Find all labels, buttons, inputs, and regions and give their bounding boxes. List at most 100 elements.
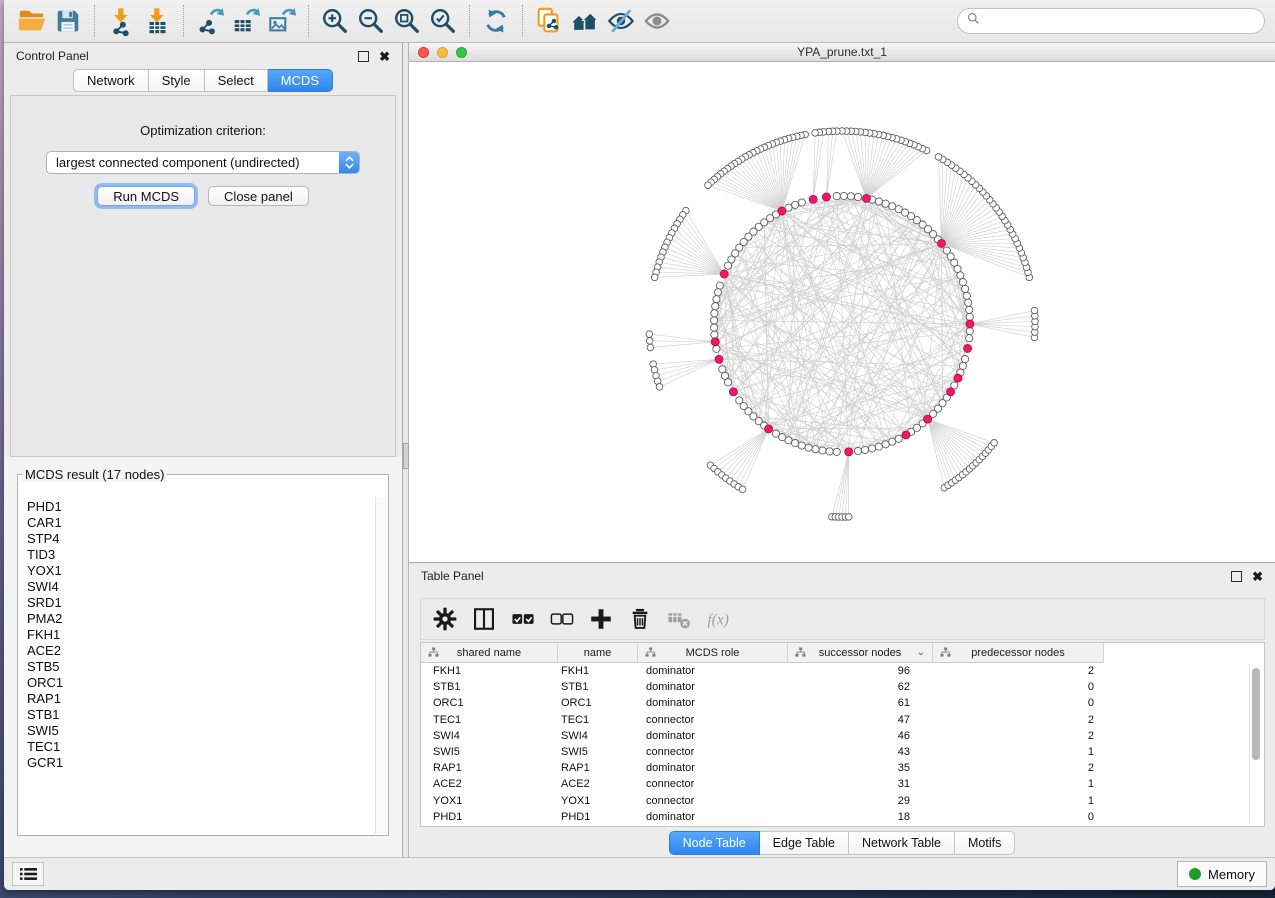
column-header-successor-nodes[interactable]: successor nodes⌄ xyxy=(788,643,933,663)
table-row[interactable]: STB1STB1dominator620 xyxy=(421,679,1264,695)
select-stepper-icon xyxy=(339,152,359,173)
save-session-icon[interactable] xyxy=(50,4,86,38)
cell-successor_nodes: 96 xyxy=(788,665,933,677)
mcds-result-item[interactable]: STP4 xyxy=(27,531,375,547)
table-row[interactable]: ORC1ORC1dominator610 xyxy=(421,695,1264,711)
cell-predecessor_nodes: 2 xyxy=(933,762,1104,774)
table-scrollbar[interactable] xyxy=(1249,664,1262,823)
mcds-result-item[interactable]: STB1 xyxy=(27,707,375,723)
mcds-result-list[interactable]: PHD1CAR1STP4TID3YOX1SWI4SRD1PMA2FKH1ACE2… xyxy=(19,497,375,834)
tab-style[interactable]: Style xyxy=(149,69,205,92)
close-table-panel-icon[interactable]: ✖ xyxy=(1252,572,1263,581)
deselect-all-rows-icon[interactable] xyxy=(548,605,576,633)
table-row[interactable]: YOX1YOX1connector291 xyxy=(421,793,1264,809)
tab-network[interactable]: Network xyxy=(73,69,149,92)
mcds-result-item[interactable]: RAP1 xyxy=(27,691,375,707)
mcds-result-item[interactable]: GCR1 xyxy=(27,755,375,771)
window-close-button[interactable] xyxy=(418,47,429,58)
zoom-in-icon[interactable] xyxy=(317,4,353,38)
mcds-result-item[interactable]: CAR1 xyxy=(27,515,375,531)
column-header-MCDS-role[interactable]: MCDS role xyxy=(638,643,788,663)
float-panel-icon[interactable] xyxy=(358,51,369,62)
cell-predecessor_nodes: 2 xyxy=(933,714,1104,726)
tab-mcds[interactable]: MCDS xyxy=(268,69,333,92)
table-row[interactable]: FKH1FKH1dominator962 xyxy=(421,663,1264,679)
zoom-out-icon[interactable] xyxy=(353,4,389,38)
control-panel: Control Panel ✖ NetworkStyleSelectMCDS O… xyxy=(4,43,403,857)
delete-columns-icon[interactable] xyxy=(626,605,654,633)
cell-successor_nodes: 62 xyxy=(788,681,933,693)
window-minimize-button[interactable] xyxy=(437,47,448,58)
table-row[interactable]: ACE2ACE2connector311 xyxy=(421,776,1264,792)
column-header-predecessor-nodes[interactable]: predecessor nodes xyxy=(933,643,1104,663)
cell-mcds_role: dominator xyxy=(638,697,788,709)
table-row[interactable]: PHD1PHD1dominator180 xyxy=(421,809,1264,825)
close-panel-icon[interactable]: ✖ xyxy=(379,52,390,61)
table-row[interactable]: TEC1TEC1connector472 xyxy=(421,712,1264,728)
mcds-result-item[interactable]: SWI4 xyxy=(27,579,375,595)
network-view-window: YPA_prune.txt_1 xyxy=(409,43,1275,563)
optimization-criterion-select[interactable]: largest connected component (undirected) xyxy=(46,151,360,174)
main-area: Control Panel ✖ NetworkStyleSelectMCDS O… xyxy=(4,43,1275,857)
network-graph[interactable] xyxy=(409,62,1275,562)
show-all-icon[interactable] xyxy=(639,4,675,38)
run-mcds-button[interactable]: Run MCDS xyxy=(97,186,195,206)
window-zoom-button[interactable] xyxy=(456,47,467,58)
search-box[interactable] xyxy=(957,8,1265,34)
tab-node-table[interactable]: Node Table xyxy=(669,831,760,855)
mcds-result-item[interactable]: ORC1 xyxy=(27,675,375,691)
float-table-panel-icon[interactable] xyxy=(1231,571,1242,582)
mcds-result-item[interactable]: STB5 xyxy=(27,659,375,675)
sort-desc-icon: ⌄ xyxy=(917,647,925,658)
main-toolbar xyxy=(4,0,1275,43)
network-canvas[interactable] xyxy=(409,62,1275,562)
mcds-result-item[interactable]: SWI5 xyxy=(27,723,375,739)
cell-successor_nodes: 31 xyxy=(788,778,933,790)
close-panel-button[interactable]: Close panel xyxy=(208,186,309,206)
mcds-result-item[interactable]: TID3 xyxy=(27,547,375,563)
tab-network-table[interactable]: Network Table xyxy=(849,831,955,855)
table-row[interactable]: SWI5SWI5connector431 xyxy=(421,744,1264,760)
import-table-icon[interactable] xyxy=(139,4,175,38)
table-row[interactable]: SWI4SWI4dominator462 xyxy=(421,728,1264,744)
mcds-result-item[interactable]: TEC1 xyxy=(27,739,375,755)
task-history-button[interactable] xyxy=(12,862,44,886)
column-header-name[interactable]: name xyxy=(558,643,638,663)
mcds-result-item[interactable]: ACE2 xyxy=(27,643,375,659)
export-image-icon[interactable] xyxy=(264,4,300,38)
show-columns-icon[interactable] xyxy=(470,605,498,633)
table-settings-icon[interactable] xyxy=(431,605,459,633)
toolbar-separator xyxy=(183,5,184,37)
cell-name: RAP1 xyxy=(558,762,638,774)
table-scrollbar-thumb[interactable] xyxy=(1252,668,1260,760)
table-row[interactable]: RAP1RAP1dominator352 xyxy=(421,760,1264,776)
memory-button[interactable]: Memory xyxy=(1177,861,1267,887)
mcds-result-item[interactable]: SRD1 xyxy=(27,595,375,611)
export-network-icon[interactable] xyxy=(192,4,228,38)
hide-selected-icon[interactable] xyxy=(603,4,639,38)
new-network-from-selection-icon[interactable] xyxy=(531,4,567,38)
mcds-result-item[interactable]: FKH1 xyxy=(27,627,375,643)
add-column-icon[interactable] xyxy=(587,605,615,633)
mcds-result-item[interactable]: PHD1 xyxy=(27,499,375,515)
zoom-selected-icon[interactable] xyxy=(425,4,461,38)
tab-motifs[interactable]: Motifs xyxy=(955,831,1015,855)
tab-edge-table[interactable]: Edge Table xyxy=(760,831,849,855)
tab-select[interactable]: Select xyxy=(205,69,268,92)
open-file-icon[interactable] xyxy=(14,4,50,38)
svg-text:f(x): f(x) xyxy=(707,612,728,629)
import-network-icon[interactable] xyxy=(103,4,139,38)
mcds-result-item[interactable]: PMA2 xyxy=(27,611,375,627)
export-table-icon[interactable] xyxy=(228,4,264,38)
search-input[interactable] xyxy=(985,13,1255,29)
apply-layout-icon[interactable] xyxy=(478,4,514,38)
cell-predecessor_nodes: 1 xyxy=(933,746,1104,758)
table-panel: Table Panel ✖ f(x) shared namenameMCDS r… xyxy=(409,563,1275,857)
column-header-shared-name[interactable]: shared name xyxy=(421,643,558,663)
zoom-fit-icon[interactable] xyxy=(389,4,425,38)
mcds-result-item[interactable]: YOX1 xyxy=(27,563,375,579)
first-neighbors-icon[interactable] xyxy=(567,4,603,38)
select-all-rows-icon[interactable] xyxy=(509,605,537,633)
cytoscape-window: Control Panel ✖ NetworkStyleSelectMCDS O… xyxy=(4,0,1275,890)
mcds-result-scrollbar[interactable] xyxy=(375,497,387,834)
